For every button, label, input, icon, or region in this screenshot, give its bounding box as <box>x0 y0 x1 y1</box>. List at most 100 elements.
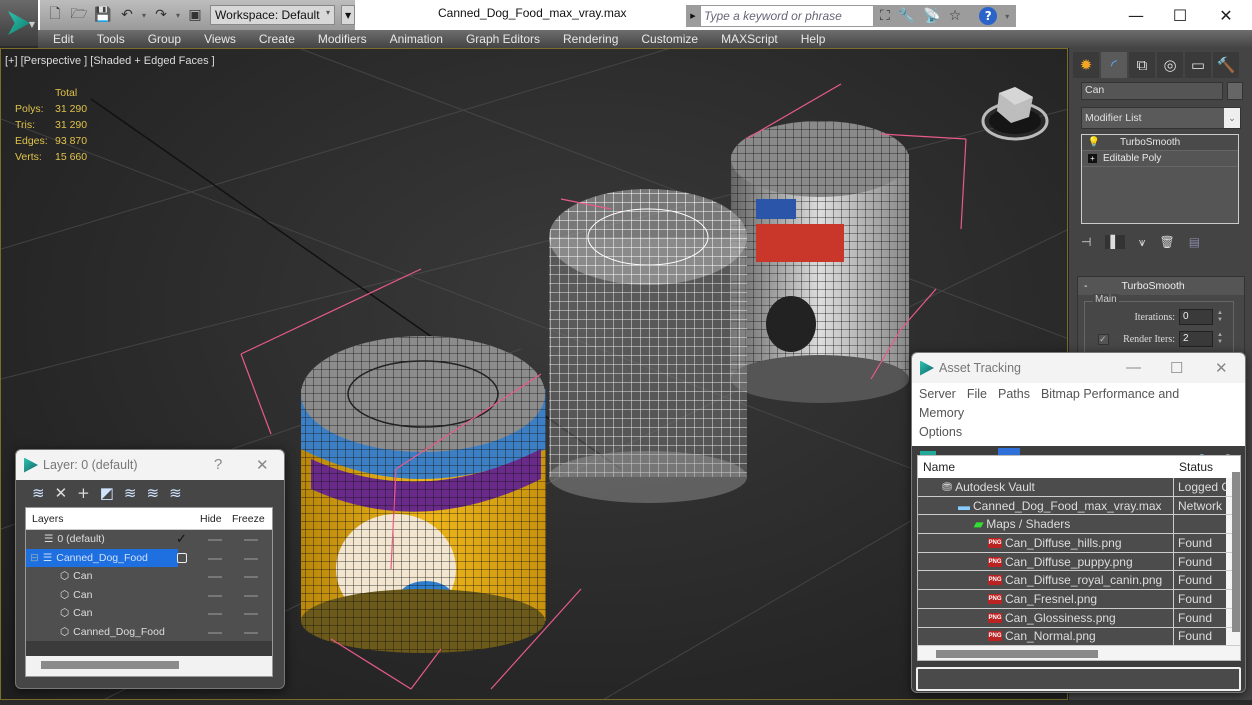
layer-object-row[interactable]: ⬡ Can <box>26 604 272 623</box>
key-icon[interactable]: 🔧 <box>898 8 915 24</box>
freeze-toggle[interactable] <box>244 539 258 541</box>
maximize-button[interactable]: ☐ <box>1157 0 1203 30</box>
menu-file[interactable]: File <box>967 387 987 401</box>
layer-object-row[interactable]: ⬡ Can <box>26 586 272 605</box>
menu-options[interactable]: Options <box>919 425 962 439</box>
motion-tab-icon[interactable]: ◎ <box>1157 52 1183 78</box>
viewcube-icon[interactable] <box>979 79 1051 145</box>
expand-plus-icon[interactable]: + <box>1088 154 1097 163</box>
hide-all-layers-icon[interactable]: ≋ <box>147 484 160 502</box>
show-end-result-icon[interactable]: ▌ <box>1105 235 1125 249</box>
open-file-icon[interactable]: 🗁 <box>70 6 88 24</box>
dialog-title-bar[interactable]: Asset Tracking — ☐ ✕ <box>912 353 1245 383</box>
binoculars-icon[interactable]: ⛶ <box>880 8 890 24</box>
select-objects-icon[interactable]: ◩ <box>100 484 114 502</box>
asset-row[interactable]: PNG Can_Normal.png Found <box>918 627 1240 647</box>
maximize-button[interactable]: ☐ <box>1170 359 1183 377</box>
freeze-toggle[interactable] <box>244 631 258 634</box>
add-to-layer-icon[interactable]: + <box>77 484 90 502</box>
asset-row[interactable]: ⛃Autodesk Vault Logged Out <box>918 478 1240 497</box>
menu-tools[interactable]: Tools <box>97 32 125 46</box>
configure-sets-icon[interactable]: ▤ <box>1189 235 1200 249</box>
hide-toggle[interactable] <box>208 594 222 597</box>
collapse-icon[interactable]: ⊟ <box>30 552 39 564</box>
delete-layer-icon[interactable]: ✕ <box>55 484 68 502</box>
utilities-tab-icon[interactable]: 🔨 <box>1213 52 1239 78</box>
dialog-title-bar[interactable]: Layer: 0 (default) ? ✕ <box>16 450 284 480</box>
minimize-button[interactable]: — <box>1113 0 1159 30</box>
hide-toggle[interactable] <box>208 557 222 560</box>
layer-object-row[interactable]: ⬡ Canned_Dog_Food <box>26 623 272 642</box>
display-tab-icon[interactable]: ▭ <box>1185 52 1211 78</box>
column-name[interactable]: Name <box>918 460 1174 474</box>
freeze-toggle[interactable] <box>244 576 258 578</box>
column-status[interactable]: Status <box>1174 460 1213 474</box>
search-input[interactable] <box>700 5 874 27</box>
stack-item-editable-poly[interactable]: + Editable Poly <box>1082 151 1238 167</box>
menu-paths[interactable]: Paths <box>998 387 1030 401</box>
undo-dropdown-icon[interactable]: ▾ <box>142 11 146 20</box>
spinner-arrows-icon[interactable]: ▲ ▼ <box>1217 310 1225 324</box>
workspace-select[interactable]: Workspace: Default ▾ <box>210 5 336 25</box>
satellite-icon[interactable]: 📡 <box>923 8 940 24</box>
close-button[interactable]: ✕ <box>1203 0 1249 30</box>
freeze-toggle[interactable] <box>244 594 258 597</box>
asset-row[interactable]: PNG Can_Glossiness.png Found <box>918 608 1240 628</box>
hide-toggle[interactable] <box>208 539 222 541</box>
freeze-toggle[interactable] <box>244 613 258 615</box>
layer-object-row[interactable]: ⬡ Can <box>26 567 272 586</box>
close-button[interactable]: ✕ <box>1215 359 1228 377</box>
menu-modifiers[interactable]: Modifiers <box>318 32 367 46</box>
search-expand-icon[interactable]: ▶ <box>686 5 700 27</box>
help-button[interactable]: ? <box>214 456 222 473</box>
hide-toggle[interactable] <box>208 631 222 634</box>
asset-row[interactable]: ▬ Canned_Dog_Food_max_vray.max Network <box>918 496 1240 516</box>
project-folder-icon[interactable]: ▣ <box>186 6 204 24</box>
asset-row[interactable]: PNG Can_Diffuse_royal_canin.png Found <box>918 571 1240 591</box>
viewport-label-menu[interactable]: [+] [Perspective ] [Shaded + Edged Faces… <box>5 55 215 67</box>
app-menu-button[interactable]: ▼ <box>0 0 38 46</box>
make-unique-icon[interactable]: ⩛ <box>1139 235 1146 250</box>
menu-bitmap-performance[interactable]: Bitmap Performance and Memory <box>919 387 1179 420</box>
freeze-toggle[interactable] <box>244 557 258 560</box>
menu-animation[interactable]: Animation <box>390 32 443 46</box>
object-color-swatch[interactable] <box>1227 82 1243 100</box>
minimize-button[interactable]: — <box>1126 359 1141 376</box>
highlight-layer-icon[interactable]: ≋ <box>124 484 137 502</box>
render-iters-spinner[interactable]: 2 <box>1179 331 1213 347</box>
menu-help[interactable]: Help <box>801 32 826 46</box>
asset-row[interactable]: PNG Can_Diffuse_puppy.png Found <box>918 552 1240 572</box>
create-tab-icon[interactable]: ✹ <box>1073 52 1099 78</box>
freeze-all-layers-icon[interactable]: ≋ <box>169 484 182 502</box>
help-dropdown-icon[interactable]: ▾ <box>1005 12 1009 21</box>
asset-row[interactable]: PNG Can_Fresnel.png Found <box>918 590 1240 609</box>
object-name-field[interactable]: Can <box>1081 82 1223 100</box>
layer-row[interactable]: ⊟ ☰ Canned_Dog_Food <box>26 548 272 568</box>
vertical-scrollbar[interactable] <box>1232 472 1240 632</box>
modifier-list-dropdown[interactable]: Modifier List ⌄ <box>1081 107 1241 129</box>
hide-toggle[interactable] <box>208 576 222 578</box>
current-layer-checkmark-icon[interactable]: ✓ <box>176 531 187 547</box>
horizontal-scrollbar[interactable] <box>936 650 1098 658</box>
asset-row[interactable]: PNG Can_Diffuse_hills.png Found <box>918 534 1240 553</box>
menu-maxscript[interactable]: MAXScript <box>721 32 778 46</box>
modify-tab-icon[interactable]: ◜ <box>1101 52 1127 78</box>
help-icon[interactable]: ? <box>979 7 998 25</box>
close-button[interactable]: ✕ <box>256 456 269 474</box>
create-layer-icon[interactable]: ≋ <box>32 484 45 502</box>
stack-item-turbosmooth[interactable]: 💡 TurboSmooth <box>1082 135 1238 151</box>
save-icon[interactable]: 💾 <box>94 6 112 24</box>
asset-row[interactable]: ▰ Maps / Shaders <box>918 515 1240 535</box>
menu-graph-editors[interactable]: Graph Editors <box>466 32 540 46</box>
menu-group[interactable]: Group <box>148 32 181 46</box>
toolbar-customize-button[interactable]: ▼ <box>341 5 356 25</box>
lightbulb-icon[interactable]: 💡 <box>1082 137 1106 148</box>
render-iters-checkbox[interactable]: ✓ <box>1098 333 1110 345</box>
menu-edit[interactable]: Edit <box>53 32 74 46</box>
rollout-header[interactable]: - TurboSmooth <box>1078 277 1244 295</box>
hierarchy-tab-icon[interactable]: ⧉ <box>1129 52 1155 78</box>
menu-rendering[interactable]: Rendering <box>563 32 618 46</box>
menu-customize[interactable]: Customize <box>641 32 698 46</box>
hide-toggle[interactable] <box>208 613 222 615</box>
menu-server[interactable]: Server <box>919 387 956 401</box>
